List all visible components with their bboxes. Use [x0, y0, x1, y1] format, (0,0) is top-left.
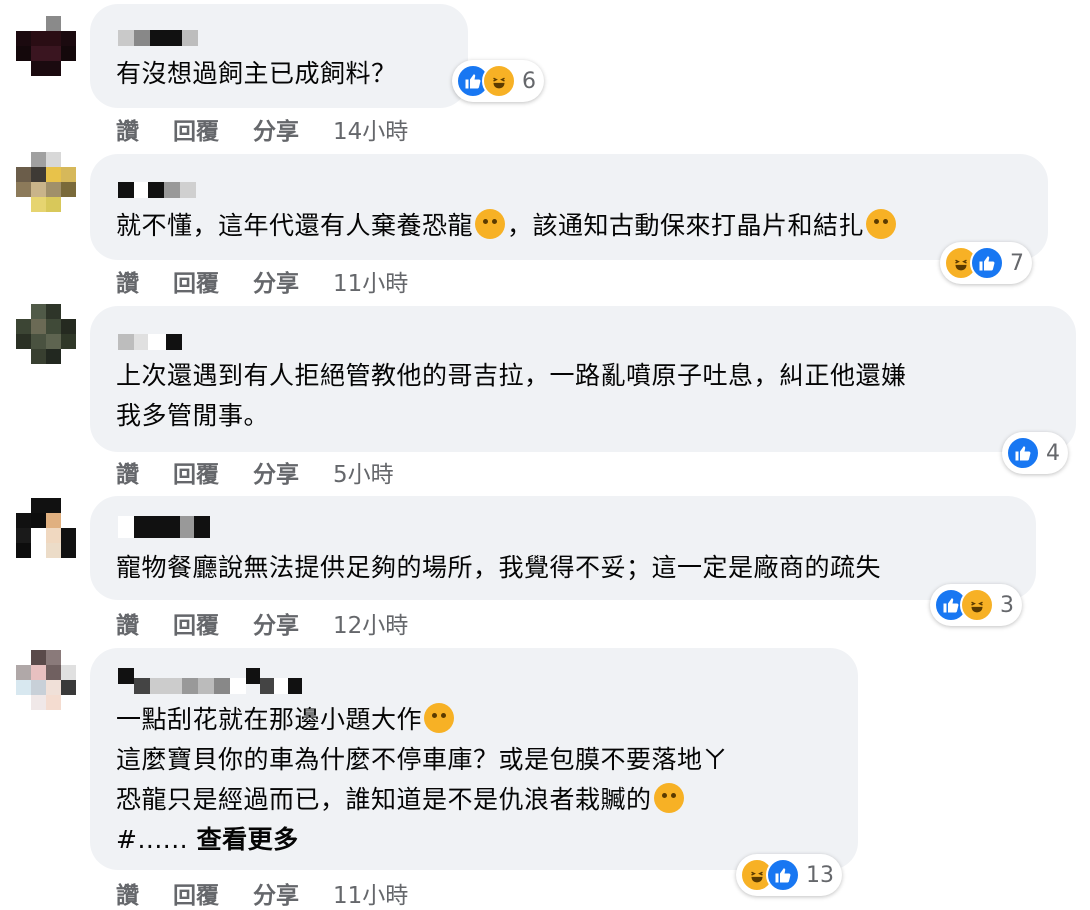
timestamp[interactable]: 14小時 [333, 112, 408, 146]
haha-icon [482, 64, 516, 98]
share-action[interactable]: 分享 [253, 112, 299, 146]
like-action[interactable]: 讚 [116, 606, 139, 640]
reaction-summary[interactable]: 4 [1002, 432, 1068, 474]
timestamp[interactable]: 11小時 [333, 264, 408, 298]
reaction-count: 13 [806, 862, 834, 888]
rolling-eyes-icon [653, 783, 684, 813]
reaction-summary[interactable]: 3 [930, 584, 1022, 626]
reply-action[interactable]: 回覆 [173, 876, 219, 910]
comment-bubble: 上次還遇到有人拒絕管教他的哥吉拉，一路亂噴原子吐息，糾正他還嫌 我多管閒事。 [90, 306, 1076, 452]
commenter-name[interactable] [118, 516, 210, 538]
comment-text: 寵物餐廳說無法提供足夠的場所，我覺得不妥；這一定是廠商的疏失 [116, 553, 882, 582]
comment-text: 一點刮花就在那邊小題大作 這麼寶貝你的車為什麼不停車庫？或是包膜不要落地ㄚ 恐龍… [116, 703, 729, 854]
like-icon [766, 858, 800, 892]
rofl-icon [866, 209, 897, 239]
commenter-name[interactable] [118, 30, 198, 46]
timestamp[interactable]: 12小時 [333, 606, 408, 640]
avatar[interactable] [16, 498, 76, 558]
share-action[interactable]: 分享 [253, 455, 299, 489]
like-icon [970, 246, 1004, 280]
melting-face-icon [475, 209, 506, 239]
reaction-summary[interactable]: 7 [940, 242, 1032, 284]
comment-text: 有沒想過飼主已成飼料？ [116, 59, 397, 88]
reaction-count: 3 [1000, 592, 1014, 618]
comment-actions: 讚 回覆 分享 11小時 [116, 264, 408, 298]
avatar[interactable] [16, 16, 76, 76]
rolling-eyes-icon [424, 703, 455, 733]
commenter-name[interactable] [118, 668, 318, 694]
avatar[interactable] [16, 304, 76, 364]
comment-bubble: 有沒想過飼主已成飼料？ [90, 4, 468, 108]
timestamp[interactable]: 5小時 [333, 455, 394, 489]
share-action[interactable]: 分享 [253, 264, 299, 298]
reaction-summary[interactable]: 6 [452, 60, 544, 102]
like-action[interactable]: 讚 [116, 876, 139, 910]
like-action[interactable]: 讚 [116, 455, 139, 489]
reaction-count: 7 [1010, 250, 1024, 276]
timestamp[interactable]: 11小時 [333, 876, 408, 910]
commenter-name[interactable] [118, 334, 182, 350]
comment-actions: 讚 回覆 分享 5小時 [116, 455, 394, 489]
haha-icon [960, 588, 994, 622]
reaction-count: 4 [1046, 440, 1060, 466]
comment-bubble: 就不懂，這年代還有人棄養恐龍 ，該通知古動保來打晶片和結扎 [90, 154, 1048, 260]
comment-text: 上次還遇到有人拒絕管教他的哥吉拉，一路亂噴原子吐息，糾正他還嫌 我多管閒事。 [116, 361, 907, 430]
reply-action[interactable]: 回覆 [173, 606, 219, 640]
reaction-summary[interactable]: 13 [736, 854, 842, 896]
like-icon [1006, 436, 1040, 470]
reply-action[interactable]: 回覆 [173, 112, 219, 146]
comment-actions: 讚 回覆 分享 11小時 [116, 876, 408, 910]
commenter-name[interactable] [118, 182, 196, 198]
like-action[interactable]: 讚 [116, 264, 139, 298]
reaction-count: 6 [522, 68, 536, 94]
like-action[interactable]: 讚 [116, 112, 139, 146]
comment-actions: 讚 回覆 分享 14小時 [116, 112, 408, 146]
avatar[interactable] [16, 650, 76, 710]
see-more-link[interactable]: 查看更多 [197, 825, 299, 854]
reply-action[interactable]: 回覆 [173, 455, 219, 489]
share-action[interactable]: 分享 [253, 606, 299, 640]
avatar[interactable] [16, 152, 76, 212]
share-action[interactable]: 分享 [253, 876, 299, 910]
comment-text: 就不懂，這年代還有人棄養恐龍 ，該通知古動保來打晶片和結扎 [116, 206, 898, 246]
reply-action[interactable]: 回覆 [173, 264, 219, 298]
comment-bubble: 一點刮花就在那邊小題大作 這麼寶貝你的車為什麼不停車庫？或是包膜不要落地ㄚ 恐龍… [90, 648, 858, 870]
comment-actions: 讚 回覆 分享 12小時 [116, 606, 408, 640]
comment-bubble: 寵物餐廳說無法提供足夠的場所，我覺得不妥；這一定是廠商的疏失 [90, 496, 1036, 600]
